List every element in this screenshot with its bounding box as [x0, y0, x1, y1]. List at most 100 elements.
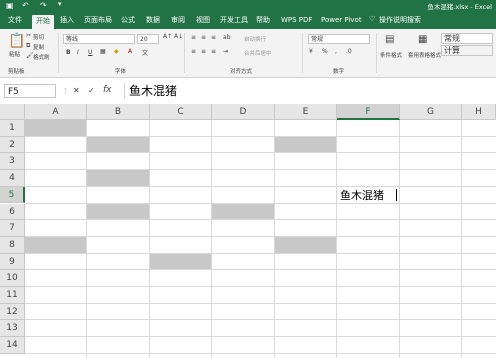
name-box[interactable]: F5: [4, 84, 56, 98]
column-header-d[interactable]: D: [212, 104, 275, 120]
bold-button[interactable]: B: [66, 49, 71, 56]
copy-icon[interactable]: ⧉: [26, 42, 30, 50]
align-left-icon[interactable]: ≡: [191, 48, 196, 55]
align-middle-icon[interactable]: ≡: [201, 34, 206, 41]
underline-button[interactable]: U: [88, 49, 92, 56]
row-header-4[interactable]: 4: [0, 170, 25, 187]
lightbulb-icon: ♡: [369, 15, 376, 23]
orientation-icon[interactable]: ab: [223, 34, 231, 41]
borders-icon[interactable]: ▦: [100, 48, 106, 55]
cancel-icon[interactable]: ✕: [73, 86, 80, 95]
tab-view[interactable]: 视图: [196, 14, 210, 27]
row-header-1[interactable]: 1: [0, 120, 25, 137]
enter-icon[interactable]: ✓: [88, 86, 95, 95]
column-header-c[interactable]: C: [150, 104, 212, 120]
tab-review[interactable]: 审阅: [171, 14, 185, 27]
percent-icon[interactable]: %: [322, 48, 328, 55]
worksheet-grid[interactable]: A B C D E F G H 1 2 3 4 5 6 7 8 9 10 11 12 13 14 鱼木混猪: [0, 104, 496, 358]
row-header-3[interactable]: 3: [0, 153, 25, 171]
column-header-e[interactable]: E: [275, 104, 337, 120]
tab-insert[interactable]: 插入: [60, 14, 74, 27]
active-cell-content[interactable]: 鱼木混猪: [340, 188, 384, 204]
tab-developer[interactable]: 开发工具: [220, 14, 248, 27]
shaded-cell-a1[interactable]: [25, 120, 86, 136]
row-header-11[interactable]: 11: [0, 287, 25, 304]
row-header-7[interactable]: 7: [0, 220, 25, 237]
merge-center-button[interactable]: 合并后居中: [244, 49, 272, 57]
shaded-cell-d6[interactable]: [212, 203, 274, 220]
shaded-cell-c9[interactable]: [150, 253, 211, 270]
currency-icon[interactable]: ¥: [309, 48, 313, 55]
style-calc[interactable]: 计算: [441, 45, 493, 56]
tab-power-pivot[interactable]: Power Pivot: [321, 14, 362, 27]
customize-qat-icon[interactable]: ▾: [58, 0, 62, 8]
column-header-f[interactable]: F: [337, 104, 400, 120]
shaded-cell-b2[interactable]: [87, 136, 149, 153]
column-header-b[interactable]: B: [87, 104, 150, 120]
comma-icon[interactable]: ,: [335, 48, 337, 55]
shaded-cell-e8[interactable]: [275, 236, 336, 253]
paste-button[interactable]: 粘贴: [9, 50, 20, 58]
number-format-select[interactable]: 常规: [308, 34, 370, 44]
decimal-icon[interactable]: .0: [346, 48, 352, 55]
undo-icon[interactable]: ↶: [22, 1, 29, 10]
column-header-g[interactable]: G: [400, 104, 462, 120]
tell-me-search[interactable]: 操作说明搜索: [379, 14, 421, 27]
increase-font-icon[interactable]: A↑: [163, 33, 172, 40]
italic-button[interactable]: I: [77, 49, 79, 56]
insert-function-button[interactable]: fx: [103, 85, 112, 95]
decrease-font-icon[interactable]: A↓: [174, 33, 183, 40]
column-header-a[interactable]: A: [25, 104, 87, 120]
tab-file[interactable]: 文件: [8, 14, 22, 27]
font-size-select[interactable]: 20: [137, 34, 159, 44]
conditional-format-icon[interactable]: ▤: [385, 34, 394, 45]
tab-data[interactable]: 数据: [146, 14, 160, 27]
shaded-cell-b6[interactable]: [87, 203, 149, 220]
row-header-12[interactable]: 12: [0, 303, 25, 321]
fill-color-icon[interactable]: ◆: [114, 48, 119, 55]
row-header-13[interactable]: 13: [0, 320, 25, 338]
row-header-6[interactable]: 6: [0, 203, 25, 221]
indent-icon[interactable]: ⇥: [223, 48, 228, 55]
row-header-5[interactable]: 5: [0, 186, 25, 204]
font-color-icon[interactable]: A: [128, 48, 132, 55]
cut-button[interactable]: 剪切: [33, 33, 44, 41]
copy-button[interactable]: 复制: [33, 43, 44, 51]
save-icon[interactable]: ▣: [6, 1, 14, 10]
row-header-8[interactable]: 8: [0, 236, 25, 254]
shaded-cell-a8[interactable]: [25, 236, 86, 253]
table-format-icon[interactable]: ▦: [418, 34, 427, 45]
conditional-format-button[interactable]: 条件格式: [380, 51, 402, 59]
font-name-select[interactable]: 等线: [63, 34, 135, 44]
row-header-2[interactable]: 2: [0, 136, 25, 154]
redo-icon[interactable]: ↷: [40, 1, 47, 10]
tab-wps-pdf[interactable]: WPS PDF: [281, 14, 312, 27]
align-center-icon[interactable]: ≡: [201, 48, 206, 55]
row-header-10[interactable]: 10: [0, 270, 25, 287]
divider: [302, 33, 303, 73]
phonetic-icon[interactable]: 文: [142, 48, 148, 57]
tab-page-layout[interactable]: 页面布局: [84, 14, 112, 27]
tab-formulas[interactable]: 公式: [121, 14, 135, 27]
align-right-icon[interactable]: ≡: [211, 48, 216, 55]
tab-help[interactable]: 帮助: [256, 14, 270, 27]
align-bottom-icon[interactable]: ≡: [211, 34, 216, 41]
formula-input[interactable]: 鱼木混猪: [124, 83, 492, 99]
shaded-cell-b4[interactable]: [87, 170, 149, 186]
paste-icon[interactable]: 📋: [8, 33, 25, 49]
shaded-cell-e2[interactable]: [275, 136, 336, 153]
divider: [376, 33, 377, 73]
format-painter-button[interactable]: 格式刷: [33, 53, 50, 61]
align-top-icon[interactable]: ≡: [191, 34, 196, 41]
tab-home[interactable]: 开始: [32, 15, 54, 29]
row-header-14[interactable]: 14: [0, 337, 25, 354]
row-header-9[interactable]: 9: [0, 253, 25, 271]
table-format-button[interactable]: 套用表格格式: [408, 51, 441, 59]
cut-icon[interactable]: ✂: [26, 32, 31, 39]
style-normal[interactable]: 常规: [441, 33, 493, 44]
gridline: [399, 120, 400, 358]
select-all-corner[interactable]: [0, 104, 25, 120]
column-header-h[interactable]: H: [462, 104, 496, 120]
gridline: [25, 336, 496, 338]
wrap-text-button[interactable]: 自动换行: [244, 35, 266, 43]
